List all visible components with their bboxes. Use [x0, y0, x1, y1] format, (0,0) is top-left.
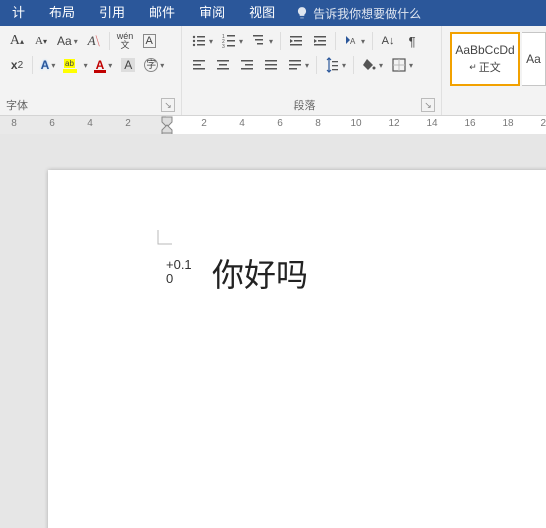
char-border-button[interactable]: A: [138, 30, 160, 52]
document-canvas[interactable]: +0.1 0 你好吗: [0, 134, 546, 528]
align-left-button[interactable]: [188, 54, 210, 76]
font-group-label: 字体: [6, 97, 28, 113]
change-case-button[interactable]: Aa: [54, 30, 81, 52]
multilevel-list-button[interactable]: [248, 30, 276, 52]
text-effects-button[interactable]: A: [37, 54, 59, 76]
paragraph-group: 123 A A↓ ¶: [182, 26, 442, 115]
char-shading-button[interactable]: A: [117, 54, 139, 76]
tell-me[interactable]: 告诉我你想要做什么: [295, 5, 421, 22]
svg-text:A: A: [350, 37, 356, 46]
paragraph-dialog-launcher[interactable]: ↘: [421, 98, 435, 112]
justify-button[interactable]: [260, 54, 282, 76]
show-marks-button[interactable]: ¶: [401, 30, 423, 52]
tell-me-label: 告诉我你想要做什么: [313, 5, 421, 22]
style-normal[interactable]: AaBbCcDd ↵正文: [450, 32, 520, 86]
document-body[interactable]: +0.1 0 你好吗: [166, 258, 308, 292]
tab-review[interactable]: 审阅: [187, 0, 237, 26]
decrease-indent-button[interactable]: [285, 30, 307, 52]
tab-layout[interactable]: 布局: [37, 0, 87, 26]
styles-group: AaBbCcDd ↵正文 Aa: [442, 26, 546, 115]
ribbon: A▴ A▾ Aa A⧹ wén文 A x2 A ab A A 字 字体 ↘: [0, 26, 546, 116]
superscript-button[interactable]: x2: [6, 54, 28, 76]
distribute-button[interactable]: [284, 54, 312, 76]
grow-font-button[interactable]: A▴: [6, 30, 28, 52]
line-spacing-button[interactable]: [321, 54, 349, 76]
shading-button[interactable]: [358, 54, 386, 76]
align-center-button[interactable]: [212, 54, 234, 76]
document-text[interactable]: 你好吗: [212, 258, 308, 292]
style-next[interactable]: Aa: [522, 32, 546, 86]
spacing-annotation: +0.1 0: [166, 258, 204, 286]
highlight-button[interactable]: ab: [61, 54, 91, 76]
page[interactable]: +0.1 0 你好吗: [48, 170, 546, 528]
enclose-char-button[interactable]: 字: [141, 54, 167, 76]
tab-mailings[interactable]: 邮件: [137, 0, 187, 26]
tab-references[interactable]: 引用: [87, 0, 137, 26]
ribbon-tabs: 计 布局 引用 邮件 审阅 视图 告诉我你想要做什么: [0, 0, 546, 26]
tab-view[interactable]: 视图: [237, 0, 287, 26]
bullets-button[interactable]: [188, 30, 216, 52]
lightbulb-icon: [295, 6, 309, 20]
svg-text:3: 3: [222, 44, 225, 49]
horizontal-ruler[interactable]: 86422468101214161820222426: [0, 116, 546, 134]
pinyin-guide-button[interactable]: wén文: [114, 30, 137, 52]
numbering-button[interactable]: 123: [218, 30, 246, 52]
font-dialog-launcher[interactable]: ↘: [161, 98, 175, 112]
corner-mark-icon: [156, 228, 176, 248]
sort-button[interactable]: A↓: [377, 30, 399, 52]
clear-format-button[interactable]: A⧹: [83, 30, 105, 52]
increase-indent-button[interactable]: [309, 30, 331, 52]
tab-design[interactable]: 计: [0, 0, 37, 26]
font-group: A▴ A▾ Aa A⧹ wén文 A x2 A ab A A 字 字体 ↘: [0, 26, 182, 115]
align-right-button[interactable]: [236, 54, 258, 76]
shrink-font-button[interactable]: A▾: [30, 30, 52, 52]
borders-button[interactable]: [388, 54, 416, 76]
text-direction-button[interactable]: A: [340, 30, 368, 52]
paragraph-group-label: 段落: [294, 97, 316, 113]
font-color-button[interactable]: A: [93, 54, 116, 76]
